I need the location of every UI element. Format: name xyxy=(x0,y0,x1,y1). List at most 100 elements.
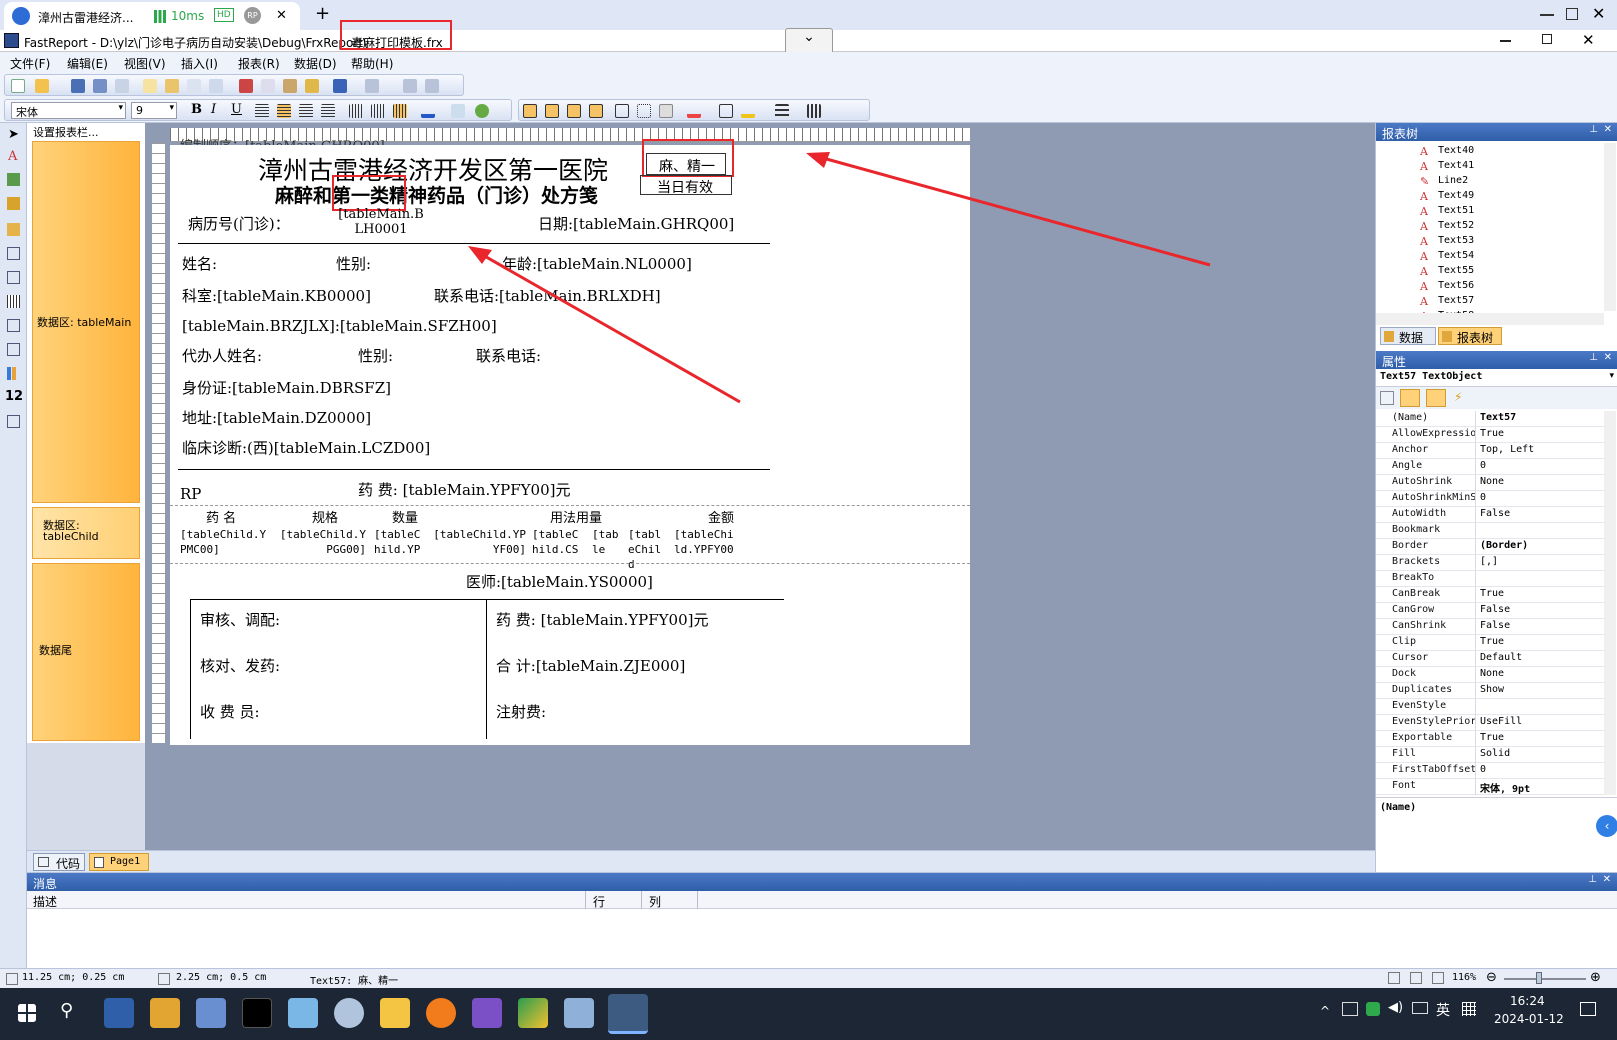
sort-alpha-icon[interactable] xyxy=(1400,389,1420,407)
close-panel-icon[interactable]: ✕ xyxy=(1604,124,1612,135)
tree-item[interactable]: A Text49 xyxy=(1420,190,1474,203)
tray-shield-icon[interactable] xyxy=(1366,1002,1380,1016)
tag-valid-box[interactable]: 当日有效 xyxy=(640,175,732,196)
justify-icon[interactable] xyxy=(321,104,335,118)
underline-button[interactable]: U xyxy=(231,102,242,117)
prescription-subtitle[interactable]: 麻醉和第一类精神药品（门诊）处方笺 xyxy=(275,181,598,208)
notes-app-icon[interactable] xyxy=(288,998,318,1028)
injection-label[interactable]: 注射费: xyxy=(496,701,546,722)
close-tab-icon[interactable]: ✕ xyxy=(276,8,287,23)
tray-network-icon[interactable] xyxy=(1342,1002,1358,1016)
record-number-field[interactable]: [tableMain.B LH0001 xyxy=(326,207,436,237)
child-cell-usage[interactable]: [tableChild.YPYF00] xyxy=(432,527,526,557)
tree-item[interactable]: A Text52 xyxy=(1420,220,1474,233)
italic-button[interactable]: I xyxy=(211,102,216,117)
zoom-width-icon[interactable] xyxy=(1432,972,1444,984)
text-tool-icon[interactable]: A xyxy=(8,149,17,164)
format-painter-icon[interactable] xyxy=(305,79,319,93)
installer-app-icon[interactable] xyxy=(564,998,594,1028)
property-value[interactable]: False xyxy=(1480,619,1510,631)
sql-app-icon[interactable] xyxy=(150,998,180,1028)
cut-icon[interactable] xyxy=(239,79,253,93)
close-browser-icon[interactable]: ✕ xyxy=(1592,4,1605,23)
property-value[interactable]: True xyxy=(1480,635,1504,647)
line-color-icon[interactable] xyxy=(741,104,755,118)
notification-icon[interactable] xyxy=(1580,1002,1596,1016)
agent-sex-label[interactable]: 性别: xyxy=(358,345,393,366)
line-width-icon[interactable] xyxy=(775,104,789,118)
settings-app-icon[interactable] xyxy=(196,998,226,1028)
menu-edit[interactable]: 编辑(E) xyxy=(67,55,108,72)
property-row[interactable]: AutoShrinkMinS 0 xyxy=(1376,491,1612,507)
property-row[interactable]: BreakTo xyxy=(1376,571,1612,587)
drug-fee-field[interactable]: 药 费: [tableMain.YPFY00]元 xyxy=(358,479,570,500)
new-page-icon[interactable] xyxy=(143,79,157,93)
border-all-icon[interactable] xyxy=(615,104,629,118)
property-row[interactable]: Font 宋体, 9pt xyxy=(1376,779,1612,795)
search-icon[interactable]: ⚲ xyxy=(60,1000,73,1021)
table-tool-icon[interactable] xyxy=(7,247,20,260)
agent-phone-label[interactable]: 联系电话: xyxy=(476,345,541,366)
tree-item[interactable]: A Text56 xyxy=(1420,280,1474,293)
property-row[interactable]: EvenStyle xyxy=(1376,699,1612,715)
child-cell-amount[interactable]: [tableChild.YPFY00 xyxy=(674,527,738,557)
new-report-icon[interactable] xyxy=(11,79,25,93)
band-panel-header[interactable]: 设置报表栏... xyxy=(33,124,99,140)
align-right-icon[interactable] xyxy=(299,104,313,118)
events-icon[interactable]: ⚡ xyxy=(1454,390,1462,404)
tree-item[interactable]: A Text54 xyxy=(1420,250,1474,263)
property-value[interactable]: Show xyxy=(1480,683,1504,695)
property-value[interactable]: 0 xyxy=(1480,763,1486,775)
border-left-icon[interactable] xyxy=(567,104,581,118)
date-field[interactable]: 日期:[tableMain.GHRQ00] xyxy=(538,213,734,234)
visual-studio-icon[interactable] xyxy=(472,998,502,1028)
property-row[interactable]: Fill Solid xyxy=(1376,747,1612,763)
cut-off-top-field[interactable]: 编制顺序：[tableMain.GHRQ00] xyxy=(180,135,385,145)
preview-icon[interactable] xyxy=(115,79,129,93)
tray-volume-icon[interactable]: ◀) xyxy=(1388,1000,1403,1015)
property-row[interactable]: Border (Border) xyxy=(1376,539,1612,555)
shadow-icon[interactable] xyxy=(659,104,673,118)
age-field[interactable]: 年龄:[tableMain.NL0000] xyxy=(502,253,692,274)
id-type-field[interactable]: [tableMain.BRZJLX]:[tableMain.SFZH00] xyxy=(182,317,497,335)
property-row[interactable]: (Name) Text57 xyxy=(1376,411,1612,427)
property-row[interactable]: Duplicates Show xyxy=(1376,683,1612,699)
line-style-icon[interactable] xyxy=(807,104,821,118)
align-center-icon[interactable] xyxy=(277,104,291,118)
property-row[interactable]: CanShrink False xyxy=(1376,619,1612,635)
new-dialog-icon[interactable] xyxy=(165,79,179,93)
child-header-usage[interactable]: 用法用量 xyxy=(550,507,602,526)
property-value[interactable]: True xyxy=(1480,587,1504,599)
tab-data[interactable]: 数据 xyxy=(1380,327,1436,345)
property-value[interactable]: None xyxy=(1480,475,1504,487)
tool-app-icon[interactable] xyxy=(518,998,548,1028)
property-value[interactable]: UseFill xyxy=(1480,715,1522,727)
checkbox-tool-icon[interactable] xyxy=(7,343,20,356)
property-row[interactable]: Bookmark xyxy=(1376,523,1612,539)
font-name-select[interactable]: 宋体 ▾ xyxy=(11,102,126,119)
child-cell-extra[interactable]: [tableChild xyxy=(628,527,666,572)
child-cell-freq[interactable]: [tableChild.CS xyxy=(532,527,584,557)
property-row[interactable]: Brackets [,] xyxy=(1376,555,1612,571)
property-row[interactable]: Angle 0 xyxy=(1376,459,1612,475)
property-value[interactable]: Top, Left xyxy=(1480,443,1534,455)
collapse-ribbon-button[interactable]: ⌄ xyxy=(785,28,833,54)
ungroup-icon[interactable] xyxy=(425,79,439,93)
record-number-label[interactable]: 病历号(门诊)： xyxy=(188,213,290,234)
property-value[interactable]: 0 xyxy=(1480,459,1486,471)
id-card-field[interactable]: 身份证:[tableMain.DBRSFZ] xyxy=(182,377,391,398)
column-description[interactable]: 描述 xyxy=(33,893,57,910)
align-left-icon[interactable] xyxy=(255,104,269,118)
fastreport-taskbar-icon[interactable] xyxy=(608,994,648,1034)
property-row[interactable]: EvenStylePrior UseFill xyxy=(1376,715,1612,731)
save-icon[interactable] xyxy=(71,79,85,93)
valign-top-icon[interactable] xyxy=(349,104,363,118)
property-value[interactable]: False xyxy=(1480,603,1510,615)
tree-item[interactable]: A Text57 xyxy=(1420,295,1474,308)
child-header-qty[interactable]: 数量 xyxy=(392,507,418,526)
network-app-icon[interactable] xyxy=(334,998,364,1028)
restore-icon[interactable] xyxy=(1542,34,1552,44)
close-window-icon[interactable]: ✕ xyxy=(1582,31,1595,49)
close-panel-icon[interactable]: ✕ xyxy=(1604,352,1612,363)
property-value[interactable]: Solid xyxy=(1480,747,1510,759)
